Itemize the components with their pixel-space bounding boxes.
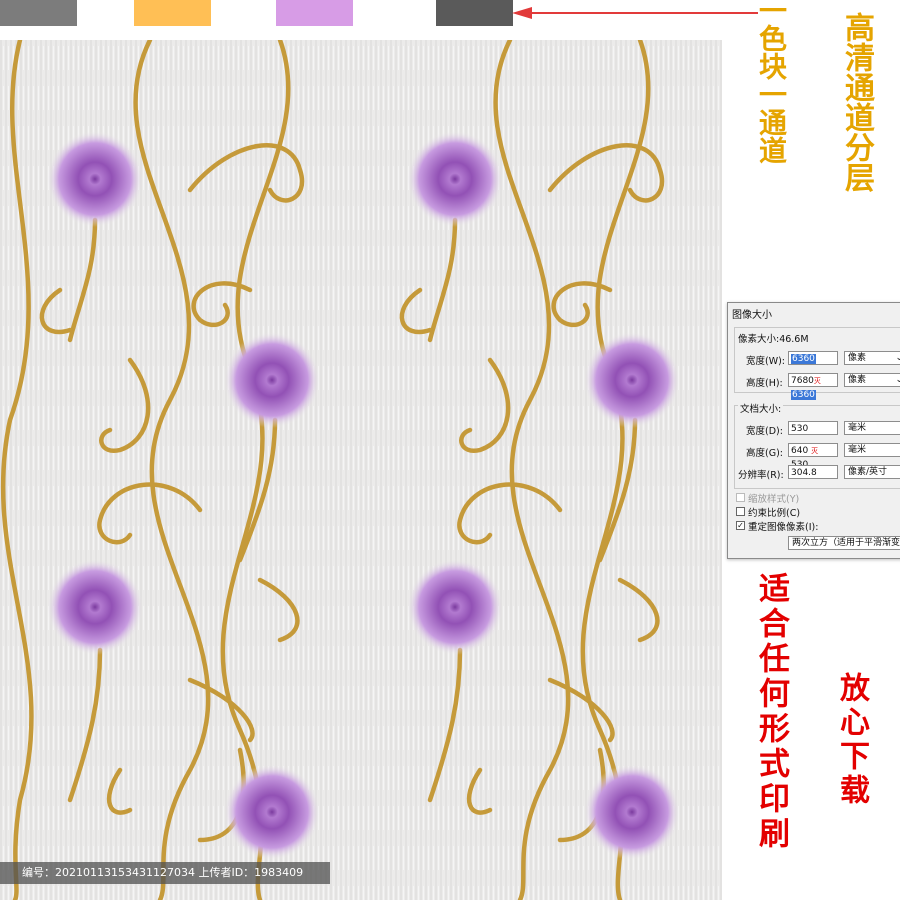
width-label: 宽度(W):: [746, 356, 786, 367]
resolution-input[interactable]: 304.8: [788, 465, 838, 479]
note-one-color-one-channel: 一色块一通道: [755, 0, 788, 164]
pixel-dimensions-label: 像素大小:46.6M: [738, 334, 809, 345]
swatch-orange: [134, 0, 211, 26]
wallpaper-pattern: [0, 40, 722, 900]
doc-width-input[interactable]: 530: [788, 421, 838, 435]
constrain-proportions-label: 约束比例(C): [748, 508, 801, 519]
resolution-label: 分辨率(R):: [738, 470, 784, 481]
doc-height-label: 高度(G):: [746, 448, 783, 459]
image-size-dialog: 图像大小 像素大小:46.6M 宽度(W): 6360 像素 ⌄ 高度(H): 7…: [727, 302, 900, 559]
resolution-unit-select[interactable]: 像素/英寸: [844, 465, 900, 479]
resample-checkbox[interactable]: ✓: [736, 521, 745, 530]
note-any-printing: 适合任何形式印刷: [753, 572, 789, 852]
width-unit-select[interactable]: 像素 ⌄: [844, 351, 900, 365]
document-size-label: 文档大小:: [738, 401, 784, 415]
swatch-purple: [276, 0, 353, 26]
resample-label: 重定图像像素(I):: [748, 522, 819, 533]
scale-styles-checkbox[interactable]: [736, 493, 745, 502]
height-label: 高度(H):: [746, 378, 783, 389]
doc-width-label: 宽度(D):: [746, 426, 783, 437]
chevron-down-icon: ⌄: [895, 353, 900, 363]
dialog-title: 图像大小: [732, 310, 772, 321]
resample-method-select[interactable]: 两次立方（适用于平滑渐变: [788, 536, 900, 550]
swatch-dark-gray: [436, 0, 513, 26]
red-arrow-icon: [512, 7, 758, 19]
swatch-gray: [0, 0, 77, 26]
pattern-art: [0, 40, 722, 900]
doc-width-unit-select[interactable]: 毫米: [844, 421, 900, 435]
doc-height-input[interactable]: 640 灭 530: [788, 443, 838, 470]
note-download-assured: 放心下载: [834, 672, 869, 808]
height-input[interactable]: 7680灭6360: [788, 373, 838, 400]
doc-height-unit-select[interactable]: 毫米: [844, 443, 900, 457]
note-hd-channel-layers: 高清通道分层: [839, 12, 874, 192]
scale-styles-label: 缩放样式(Y): [748, 494, 800, 505]
width-input[interactable]: 6360: [788, 351, 838, 365]
height-unit-select[interactable]: 像素 ⌄: [844, 373, 900, 387]
footer-id-bar: 编号：20210113153431127034 上传者ID：1983409: [0, 862, 330, 884]
constrain-proportions-checkbox[interactable]: [736, 507, 745, 516]
chevron-down-icon: ⌄: [895, 375, 900, 385]
